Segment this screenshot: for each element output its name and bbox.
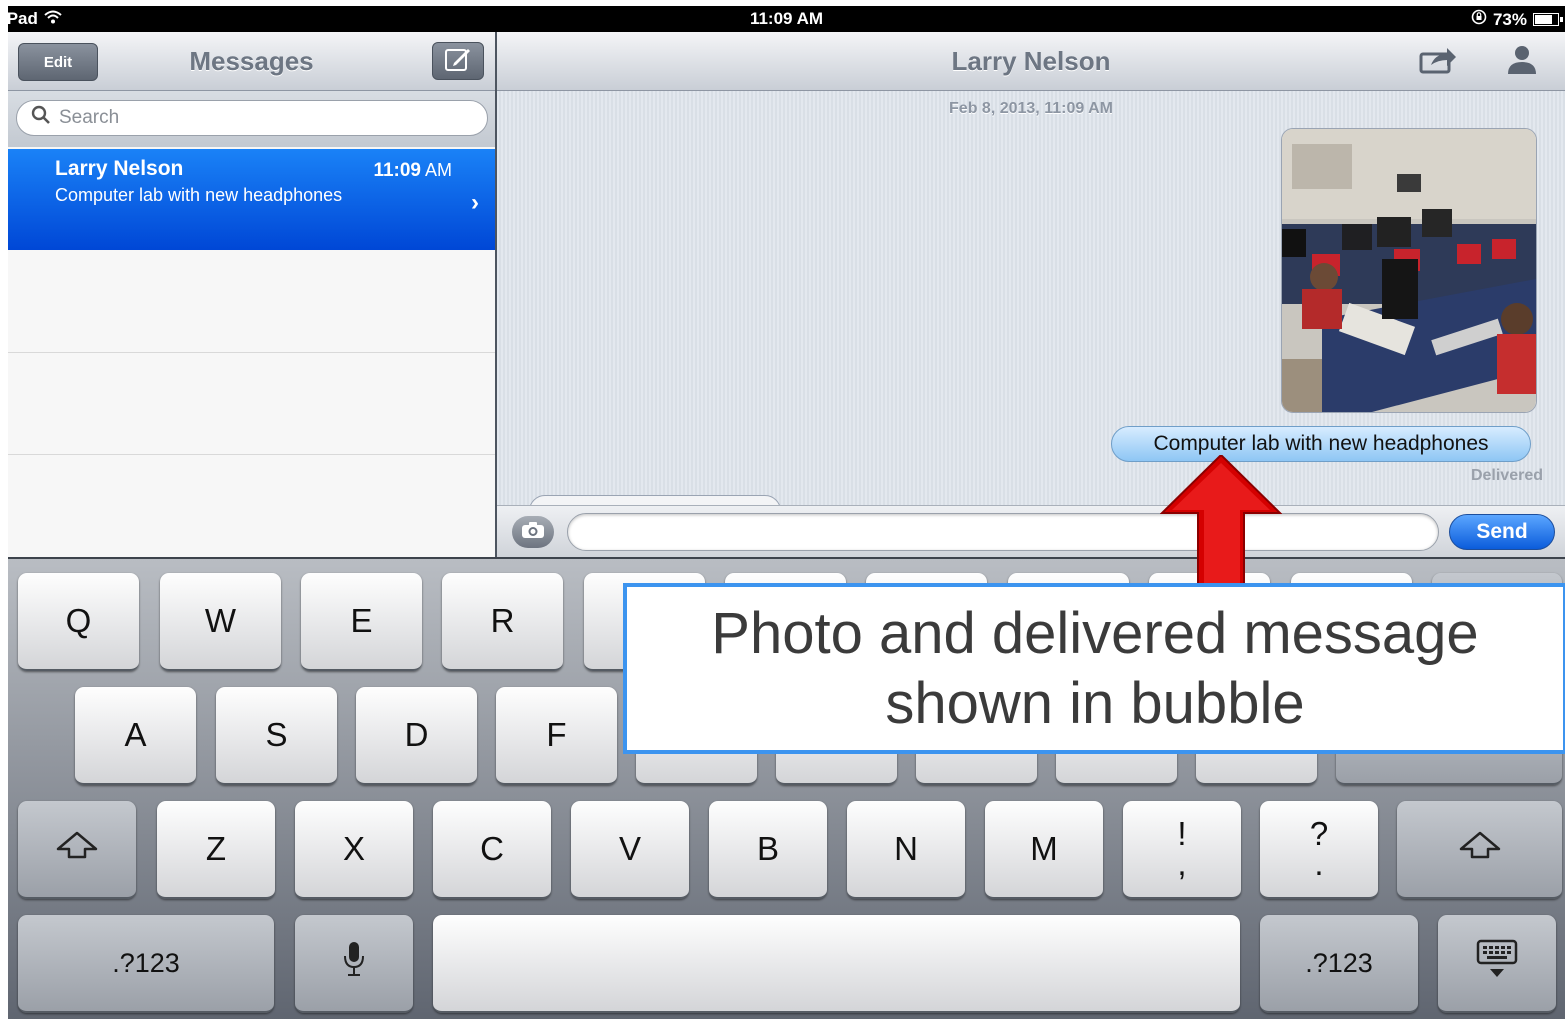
chevron-right-icon: › xyxy=(471,189,479,216)
conversation-row-larry-nelson[interactable]: Larry Nelson 11:09 AM Computer lab with … xyxy=(8,149,495,250)
search-input[interactable]: Search xyxy=(16,100,488,136)
conversation-time: 11:09 AM xyxy=(373,160,452,181)
shift-left-key[interactable] xyxy=(18,801,136,899)
battery-icon xyxy=(1533,13,1563,26)
send-button[interactable]: Send xyxy=(1449,514,1555,550)
share-icon[interactable] xyxy=(1419,46,1457,79)
compose-icon xyxy=(444,46,472,77)
shift-right-key[interactable] xyxy=(1397,801,1562,899)
key-f[interactable]: F xyxy=(496,687,617,785)
search-placeholder: Search xyxy=(59,107,120,128)
search-bar: Search xyxy=(8,91,495,147)
key-w[interactable]: W xyxy=(160,573,281,671)
camera-button[interactable] xyxy=(512,516,554,548)
camera-icon xyxy=(521,521,545,544)
numbers-key-left[interactable]: .?123 xyxy=(18,915,274,1013)
orientation-lock-icon xyxy=(1471,9,1487,30)
key-c[interactable]: C xyxy=(433,801,551,899)
message-timestamp: Feb 8, 2013, 11:09 AM xyxy=(949,100,1113,117)
row-divider xyxy=(8,352,495,353)
key-e[interactable]: E xyxy=(301,573,422,671)
key-r[interactable]: R xyxy=(442,573,563,671)
battery-percent: 73% xyxy=(1492,9,1527,29)
conversation-list-pane: Edit Messages Search Larry Nelson 11:09 … xyxy=(8,32,495,557)
contact-icon[interactable] xyxy=(1505,44,1539,81)
conversation-navbar: Larry Nelson xyxy=(497,32,1565,91)
computer-lab-photo xyxy=(1282,129,1536,412)
keyboard-hide-icon xyxy=(1476,939,1518,987)
photo-message-bubble[interactable] xyxy=(1281,128,1537,413)
red-arrow-annotation xyxy=(1159,453,1283,586)
key-a[interactable]: A xyxy=(75,687,196,785)
numbers-key-right[interactable]: .?123 xyxy=(1260,915,1418,1013)
annotation-callout: Photo and delivered message shown in bub… xyxy=(623,583,1565,754)
key-m[interactable]: M xyxy=(985,801,1103,899)
key-z[interactable]: Z xyxy=(157,801,275,899)
contact-name: Larry Nelson xyxy=(951,46,1111,76)
conversation-name: Larry Nelson xyxy=(55,157,184,180)
key-d[interactable]: D xyxy=(356,687,477,785)
messages-navbar: Edit Messages xyxy=(8,32,495,91)
microphone-icon xyxy=(343,941,365,985)
conversation-preview: Computer lab with new headphones xyxy=(55,185,343,205)
search-icon xyxy=(31,105,51,131)
key-bottom-char: . xyxy=(1314,845,1324,882)
callout-line-1: Photo and delivered message xyxy=(711,600,1479,666)
message-input-bar: Send xyxy=(497,505,1565,558)
key-x[interactable]: X xyxy=(295,801,413,899)
hide-keyboard-key[interactable] xyxy=(1438,915,1556,1013)
messages-title: Messages xyxy=(189,46,314,76)
key-exclamation-comma[interactable]: ! , xyxy=(1123,801,1241,899)
chat-area: Feb 8, 2013, 11:09 AM Computer lab with … xyxy=(497,91,1565,527)
dictation-key[interactable] xyxy=(295,915,413,1013)
key-s[interactable]: S xyxy=(216,687,337,785)
delivered-status: Delivered xyxy=(1470,467,1543,484)
key-b[interactable]: B xyxy=(709,801,827,899)
shift-icon xyxy=(54,830,100,868)
shift-icon xyxy=(1457,830,1503,868)
message-input[interactable] xyxy=(567,513,1439,551)
callout-line-2: shown in bubble xyxy=(885,670,1305,736)
status-time: 11:09 AM xyxy=(749,9,824,28)
space-bar[interactable] xyxy=(433,915,1240,1013)
compose-button[interactable] xyxy=(432,42,484,80)
conversation-detail-pane: Larry Nelson Feb 8, 2013, 11:09 AM Compu… xyxy=(497,32,1565,558)
row-divider xyxy=(8,454,495,455)
key-v[interactable]: V xyxy=(571,801,689,899)
status-bar: iPad 11:09 AM 73% xyxy=(8,6,1565,32)
key-question-period[interactable]: ? . xyxy=(1260,801,1378,899)
key-q[interactable]: Q xyxy=(18,573,139,671)
ipad-screen: iPad 11:09 AM 73% Edit Messages xyxy=(8,6,1565,1019)
key-bottom-char: , xyxy=(1177,845,1187,882)
key-n[interactable]: N xyxy=(847,801,965,899)
